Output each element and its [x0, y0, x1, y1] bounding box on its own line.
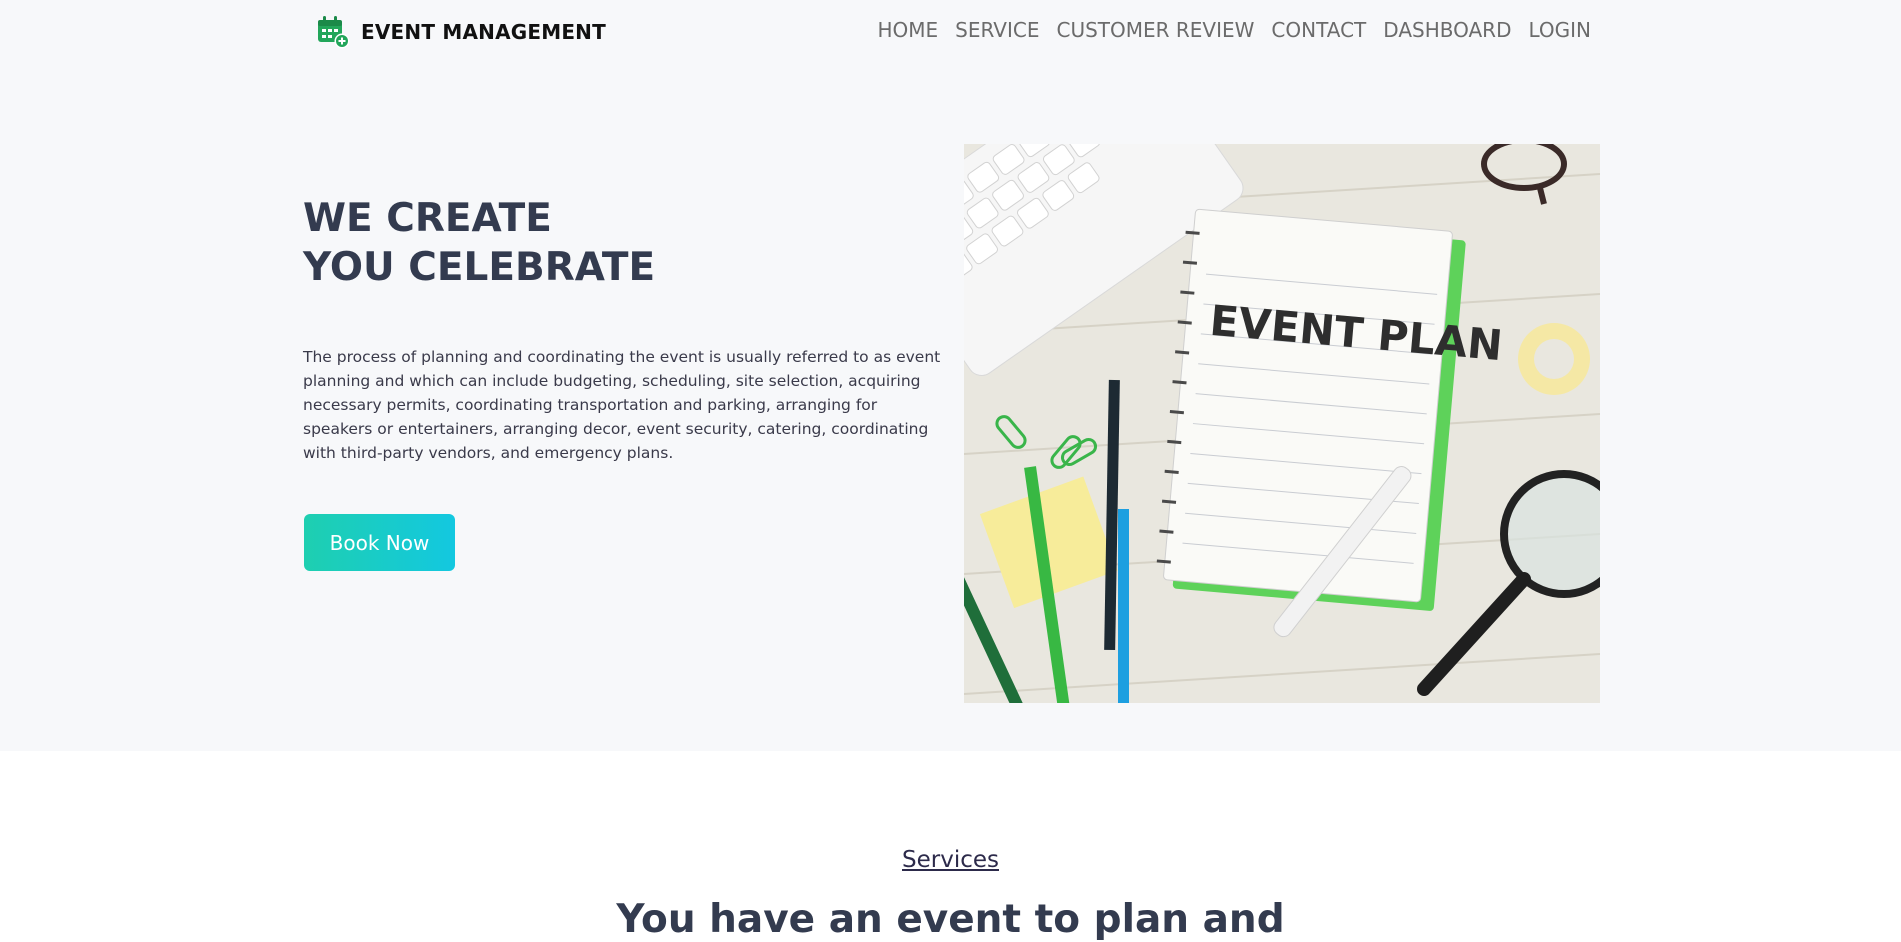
event-plan-illustration: EVENT PLAN	[964, 144, 1600, 703]
hero-title-line-2: YOU CELEBRATE	[303, 245, 656, 290]
brand-name: EVENT MANAGEMENT	[361, 20, 606, 44]
nav-home[interactable]: HOME	[877, 18, 938, 42]
nav-customer-review[interactable]: CUSTOMER REVIEW	[1056, 18, 1254, 42]
calendar-add-icon	[318, 16, 350, 49]
book-now-button[interactable]: Book Now	[304, 514, 455, 571]
services-heading: You have an event to plan and	[616, 897, 1285, 942]
hero-title-line-1: WE CREATE	[303, 196, 552, 241]
brand[interactable]: EVENT MANAGEMENT	[315, 14, 606, 50]
hero-image: EVENT PLAN	[964, 144, 1600, 703]
hero-title: WE CREATE YOU CELEBRATE	[303, 194, 655, 292]
services-label[interactable]: Services	[0, 847, 1901, 873]
nav-contact[interactable]: CONTACT	[1271, 18, 1366, 42]
main-nav: HOME SERVICE CUSTOMER REVIEW CONTACT DAS…	[877, 18, 1591, 42]
hero-description: The process of planning and coordinating…	[303, 348, 941, 462]
nav-dashboard[interactable]: DASHBOARD	[1383, 18, 1511, 42]
nav-login[interactable]: LOGIN	[1528, 18, 1591, 42]
nav-service[interactable]: SERVICE	[955, 18, 1039, 42]
hero-background	[0, 0, 1901, 751]
